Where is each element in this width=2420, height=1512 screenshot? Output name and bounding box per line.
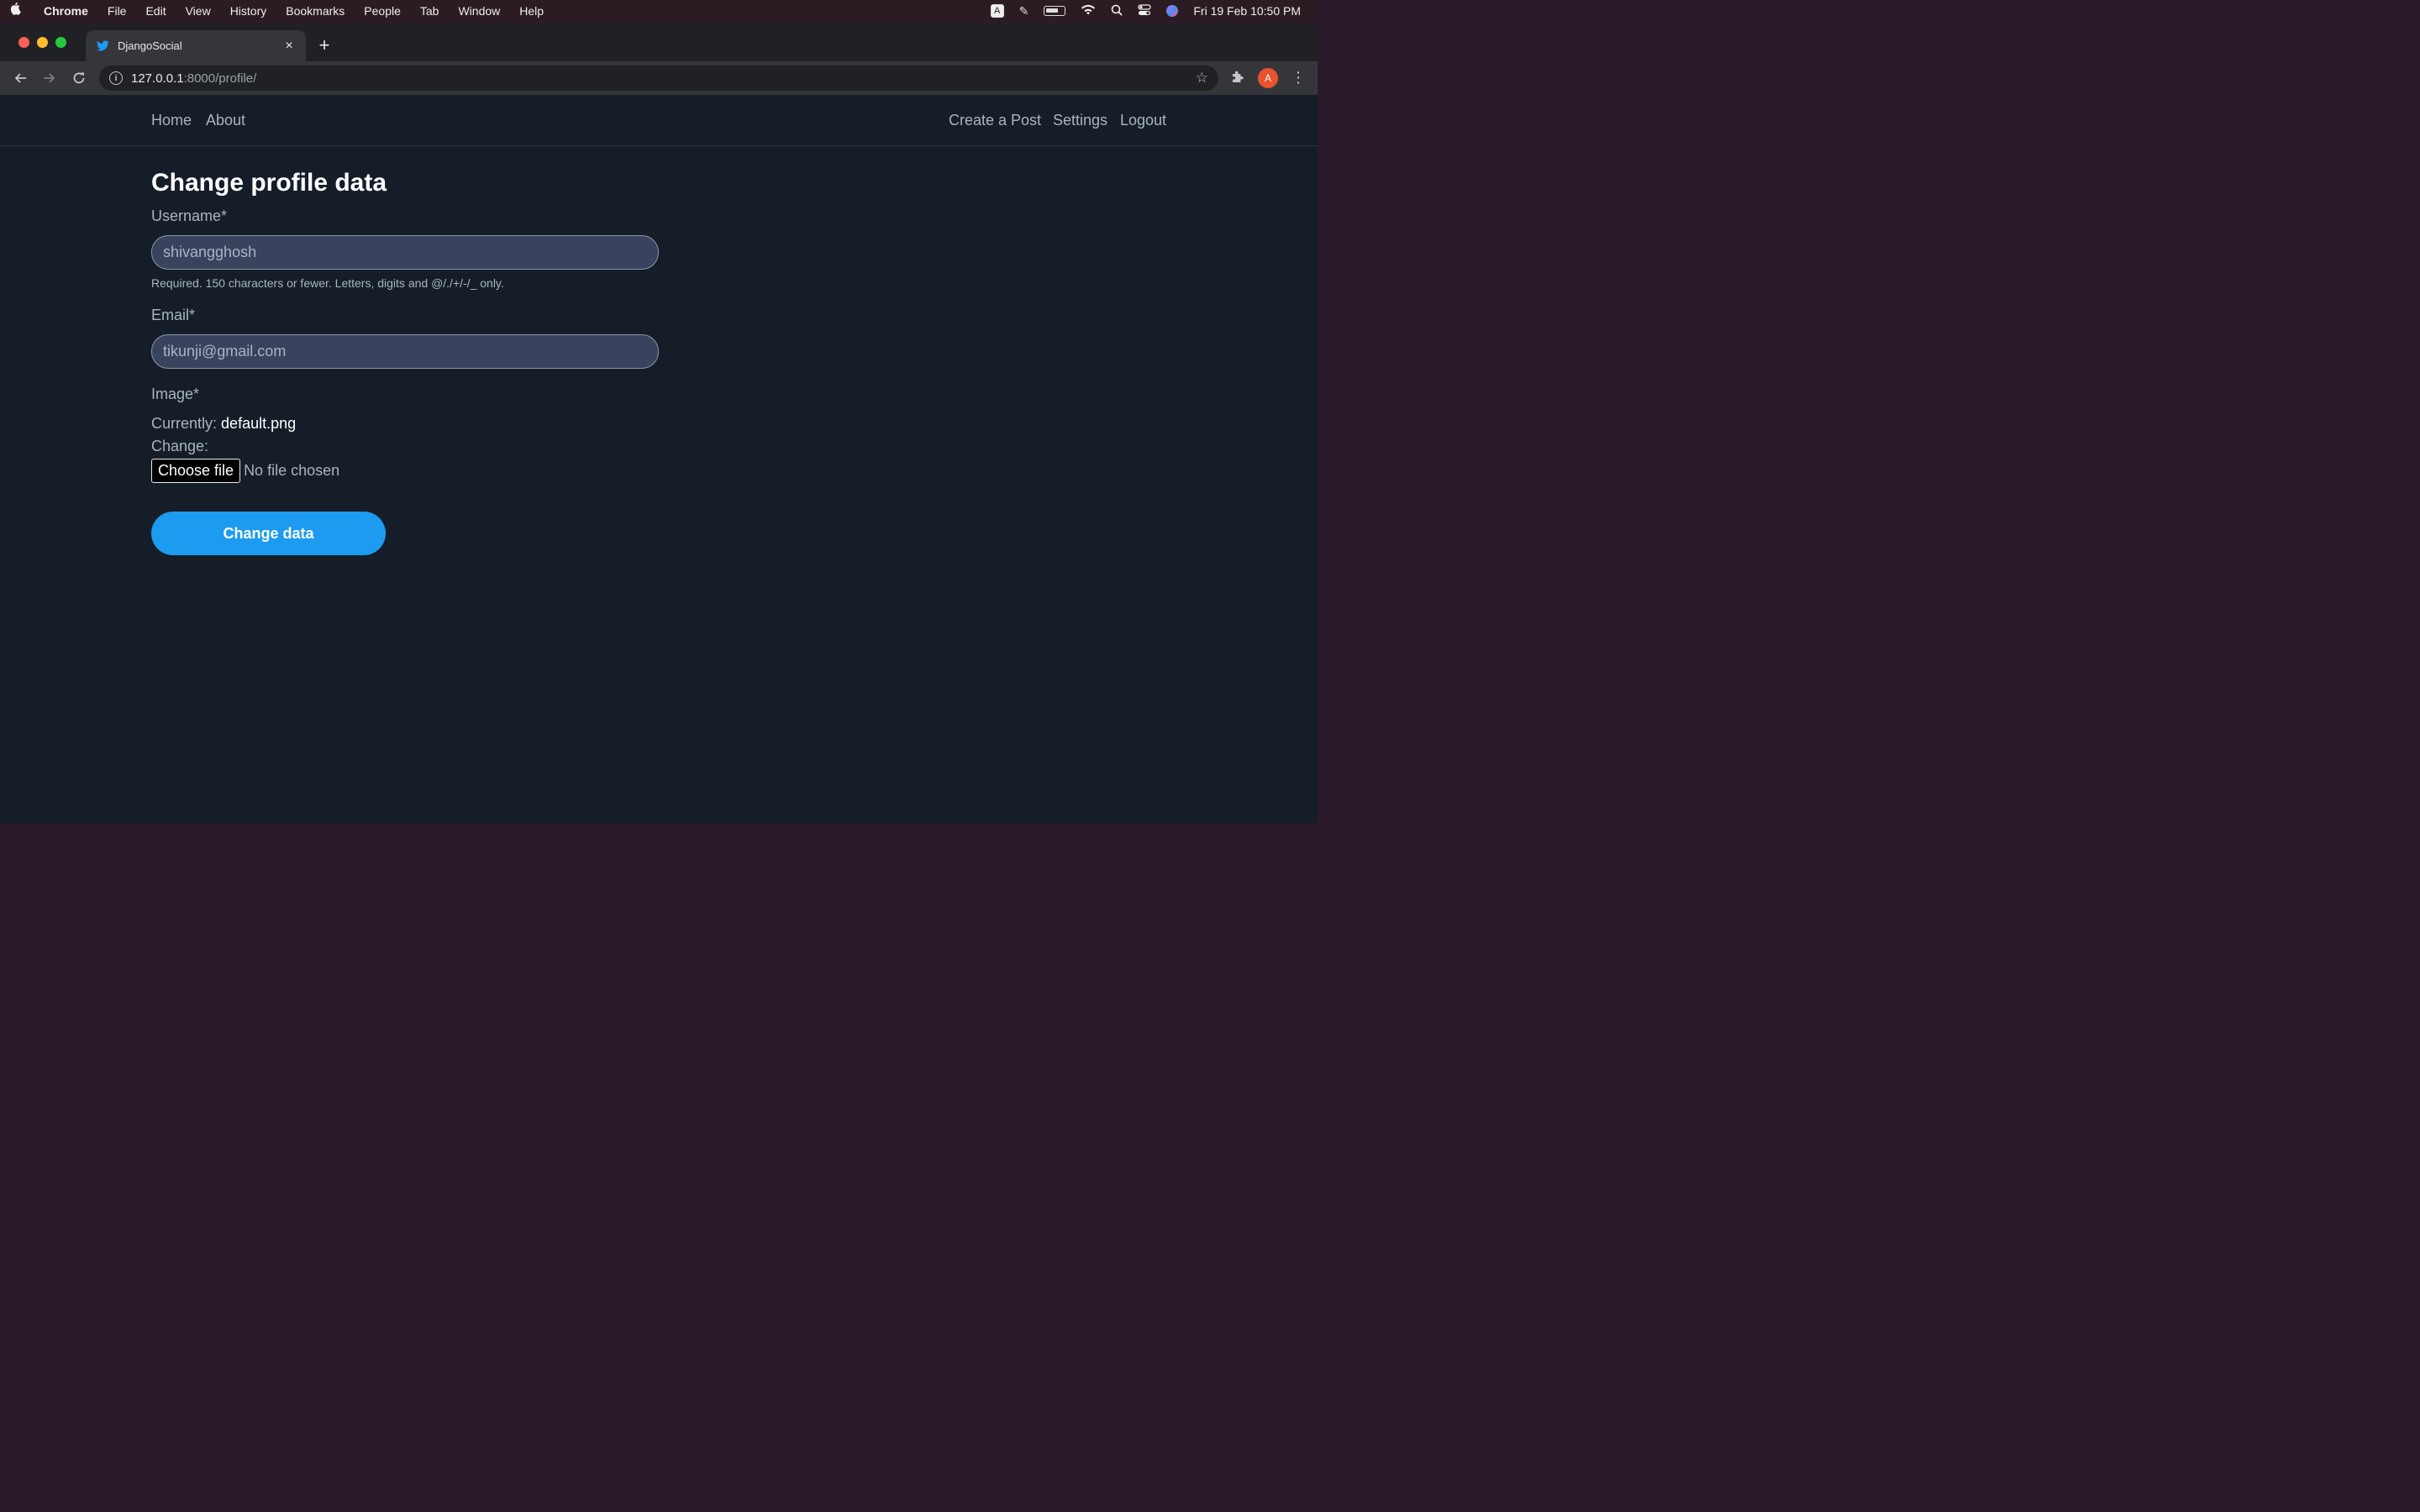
menu-people[interactable]: People [364, 4, 401, 18]
minimize-window-button[interactable] [37, 37, 48, 48]
username-help-text: Required. 150 characters or fewer. Lette… [151, 276, 504, 290]
tab-djangosocial[interactable]: DjangoSocial × [86, 30, 306, 61]
page-content: Home About Create a Post Settings Logout… [0, 95, 1318, 823]
change-label: Change: [151, 438, 209, 454]
menu-tab[interactable]: Tab [420, 4, 439, 18]
battery-icon[interactable] [1044, 6, 1066, 16]
bookmark-star-icon[interactable]: ☆ [1196, 70, 1208, 87]
tab-strip: DjangoSocial × + [0, 24, 1318, 61]
input-source-icon[interactable]: A [990, 4, 1004, 18]
twitter-bird-icon [96, 39, 109, 53]
current-image-link[interactable]: default.png [221, 415, 296, 432]
choose-file-button[interactable]: Choose file [151, 459, 241, 483]
reload-icon[interactable] [71, 70, 87, 87]
wifi-icon[interactable] [1081, 4, 1096, 18]
tab-close-icon[interactable]: × [282, 39, 296, 54]
nav-create-post-link[interactable]: Create a Post [949, 112, 1041, 129]
menu-app-chrome[interactable]: Chrome [44, 4, 88, 18]
username-label: Username* [151, 207, 228, 224]
currently-label: Currently: [151, 415, 218, 432]
zoom-window-button[interactable] [55, 37, 66, 48]
menu-help[interactable]: Help [519, 4, 544, 18]
file-input: Choose file No file chosen [151, 459, 672, 483]
window-controls [18, 37, 66, 48]
site-info-icon[interactable]: i [109, 71, 123, 85]
url-host: 127.0.0.1 [131, 71, 184, 86]
username-field[interactable] [151, 235, 659, 270]
browser-toolbar: i 127.0.0.1:8000/profile/ ☆ A ⋮ [0, 61, 1318, 95]
control-center-icon[interactable] [1138, 3, 1152, 18]
profile-form: Change profile data Username* Required. … [151, 169, 672, 555]
browser-window: DjangoSocial × + i 127.0.0.1:8000/profil… [0, 24, 1318, 823]
back-arrow-icon[interactable] [12, 70, 29, 87]
spotlight-search-icon[interactable] [1111, 4, 1123, 18]
new-tab-button[interactable]: + [316, 34, 333, 56]
site-navbar: Home About Create a Post Settings Logout [0, 95, 1318, 146]
email-label: Email* [151, 307, 196, 323]
address-bar[interactable]: i 127.0.0.1:8000/profile/ ☆ [99, 66, 1218, 91]
change-data-button[interactable]: Change data [151, 512, 386, 555]
email-field[interactable] [151, 334, 659, 369]
image-current-row: Currently: default.png [151, 415, 672, 433]
page-title: Change profile data [151, 169, 387, 197]
browser-menu-icon[interactable]: ⋮ [1291, 69, 1306, 87]
nav-about-link[interactable]: About [206, 112, 245, 129]
extensions-puzzle-icon[interactable] [1230, 70, 1245, 89]
pen-off-icon[interactable]: ✎ [1019, 4, 1029, 18]
apple-icon[interactable] [10, 2, 25, 20]
menu-history[interactable]: History [230, 4, 267, 18]
menubar-status-area: A ✎ Fri 19 Feb 10:50 PM [990, 0, 1301, 22]
forward-arrow-icon[interactable] [41, 70, 58, 87]
siri-icon[interactable] [1166, 5, 1179, 17]
menu-file[interactable]: File [108, 4, 127, 18]
menu-view[interactable]: View [186, 4, 211, 18]
url-path: :8000/profile/ [183, 71, 257, 86]
nav-logout-link[interactable]: Logout [1120, 112, 1166, 129]
no-file-chosen-text: No file chosen [244, 462, 340, 479]
menu-window[interactable]: Window [458, 4, 500, 18]
nav-settings-link[interactable]: Settings [1053, 112, 1107, 129]
macos-menubar: Chrome File Edit View History Bookmarks … [0, 0, 1318, 22]
close-window-button[interactable] [18, 37, 29, 48]
menubar-clock[interactable]: Fri 19 Feb 10:50 PM [1193, 4, 1301, 18]
tab-title: DjangoSocial [118, 39, 182, 52]
image-label: Image* [151, 386, 200, 402]
menu-edit[interactable]: Edit [145, 4, 166, 18]
menu-bookmarks[interactable]: Bookmarks [286, 4, 345, 18]
nav-home-link[interactable]: Home [151, 112, 192, 129]
profile-avatar[interactable]: A [1258, 68, 1278, 88]
